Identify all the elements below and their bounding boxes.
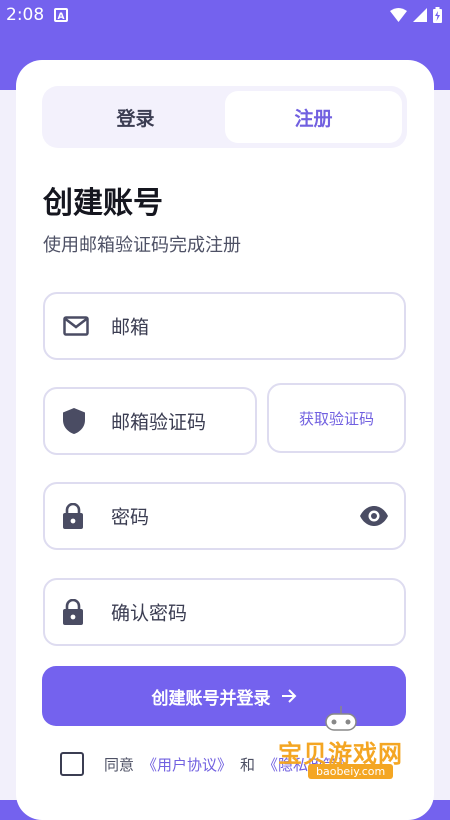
email-placeholder: 邮箱	[111, 316, 150, 339]
create-account-label: 创建账号并登录	[151, 688, 271, 709]
mail-icon	[63, 316, 89, 336]
agree-prefix: 同意	[104, 755, 135, 774]
signal-icon	[413, 8, 427, 22]
gamepad-icon	[325, 706, 357, 731]
tab-bar: 登录 注册	[42, 86, 407, 148]
status-time: 2:08	[6, 5, 45, 25]
agree-and: 和	[240, 755, 256, 774]
wifi-icon	[390, 8, 407, 22]
confirm-password-field[interactable]: 确认密码	[43, 578, 406, 646]
watermark-url: baobeiy.com	[308, 764, 394, 779]
tab-login[interactable]: 登录	[47, 91, 224, 143]
status-icons	[390, 7, 442, 23]
page-title: 创建账号	[43, 186, 163, 221]
eye-icon[interactable]	[359, 506, 389, 526]
arrow-right-icon	[281, 689, 296, 703]
user-agreement-link[interactable]: 《用户协议》	[142, 754, 232, 775]
notification-icon: A	[54, 8, 68, 22]
lock-icon	[63, 503, 83, 529]
status-bar: 2:08 A	[0, 0, 450, 30]
shield-icon	[63, 408, 85, 434]
password-placeholder: 密码	[111, 506, 150, 529]
email-code-placeholder: 邮箱验证码	[111, 411, 207, 434]
watermark: 宝贝游戏网 baobeiy.com	[278, 706, 418, 782]
email-field[interactable]: 邮箱	[43, 292, 406, 360]
get-code-button[interactable]: 获取验证码	[267, 383, 406, 453]
lock-icon	[63, 599, 83, 625]
tab-register[interactable]: 注册	[225, 91, 402, 143]
battery-icon	[433, 7, 442, 23]
agree-checkbox[interactable]	[60, 752, 84, 776]
confirm-password-placeholder: 确认密码	[111, 602, 188, 625]
email-code-field[interactable]: 邮箱验证码	[43, 387, 257, 455]
password-field[interactable]: 密码	[43, 482, 406, 550]
page-subtitle: 使用邮箱验证码完成注册	[43, 235, 241, 256]
